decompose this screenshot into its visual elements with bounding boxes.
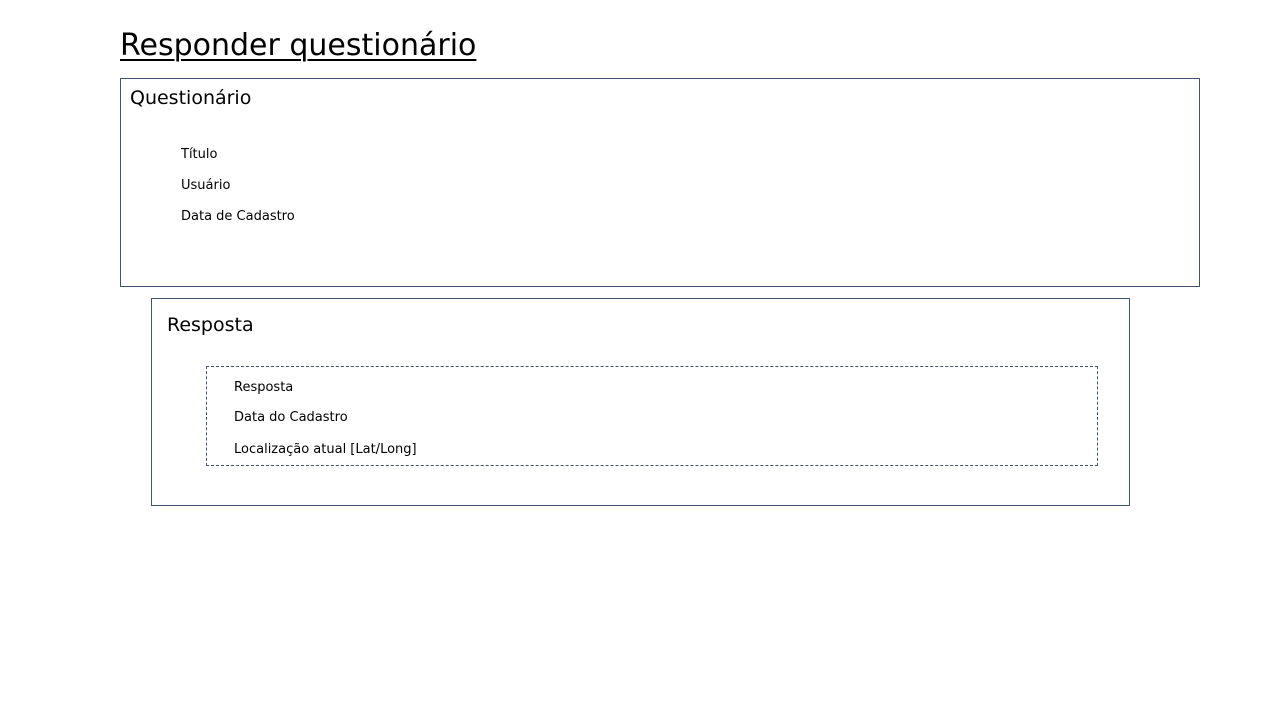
field-resposta: Resposta xyxy=(234,380,294,395)
field-titulo: Título xyxy=(181,147,218,162)
field-usuario: Usuário xyxy=(181,178,231,193)
page-title: Responder questionário xyxy=(120,28,477,63)
resposta-panel: Resposta Resposta Data do Cadastro Local… xyxy=(151,298,1130,506)
resposta-item-group: Resposta Data do Cadastro Localização at… xyxy=(206,366,1098,466)
field-data-do-cadastro: Data do Cadastro xyxy=(234,410,348,425)
questionario-heading: Questionário xyxy=(130,87,252,109)
resposta-heading: Resposta xyxy=(167,314,254,336)
field-data-de-cadastro: Data de Cadastro xyxy=(181,209,295,224)
questionario-panel: Questionário Título Usuário Data de Cada… xyxy=(120,78,1200,287)
page: Responder questionário Questionário Títu… xyxy=(0,0,1280,720)
field-localizacao-atual: Localização atual [Lat/Long] xyxy=(234,442,417,457)
